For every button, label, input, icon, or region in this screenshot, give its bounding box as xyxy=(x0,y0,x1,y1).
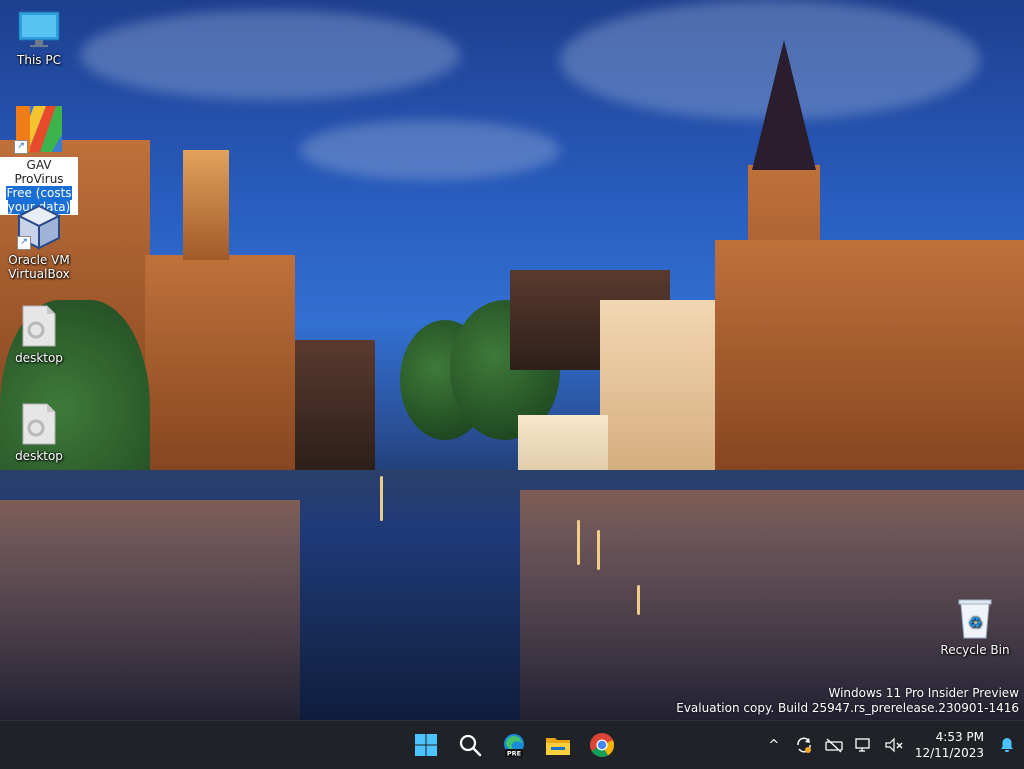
sync-refresh-icon xyxy=(797,737,811,753)
network-button[interactable] xyxy=(849,729,879,761)
edge-preview-icon: PRE xyxy=(504,734,524,758)
desktop-icon-gav-provirus[interactable]: ↗ GAV ProVirus Free (costs your data) xyxy=(0,104,78,215)
start-icon xyxy=(415,734,437,756)
monitor-icon xyxy=(18,10,60,50)
wallpaper-light-reflection xyxy=(577,520,580,565)
wallpaper-light-reflection xyxy=(597,530,600,570)
virtualbox-cube-icon: ↗ xyxy=(16,204,62,250)
chrome-icon xyxy=(590,733,615,758)
edge-preview-badge: PRE xyxy=(507,750,521,758)
clock-date: 12/11/2023 xyxy=(914,746,984,760)
chevron-up-icon: ^ xyxy=(768,737,780,753)
system-tray: ^ 4:53 PM 12/11/2023 xyxy=(759,721,1024,769)
desktop-icon-virtualbox[interactable]: ↗ Oracle VM VirtualBox xyxy=(0,204,78,281)
device-status-button[interactable] xyxy=(819,729,849,761)
file-explorer-icon xyxy=(546,738,570,755)
disconnected-drive-icon xyxy=(825,738,843,753)
desktop-icon-label: Recycle Bin xyxy=(940,643,1010,657)
speaker-muted-icon xyxy=(885,737,903,753)
desktop-icon-this-pc[interactable]: This PC xyxy=(0,10,78,67)
chrome-button[interactable] xyxy=(584,729,620,761)
wallpaper-building xyxy=(295,340,375,470)
desktop-icon-label: Oracle VM xyxy=(8,253,70,267)
wallpaper-spire xyxy=(752,40,816,170)
clock-button[interactable]: 4:53 PM 12/11/2023 xyxy=(909,729,990,761)
wallpaper-light-reflection xyxy=(380,476,383,521)
recycle-bin-icon: ♻ xyxy=(956,596,994,640)
sync-status-button[interactable] xyxy=(789,729,819,761)
watermark-build: Evaluation copy. Build 25947.rs_prerelea… xyxy=(676,701,1019,715)
clock-time: 4:53 PM xyxy=(935,730,984,744)
desktop-icon-label: VirtualBox xyxy=(8,267,70,281)
wallpaper-light-reflection xyxy=(637,585,640,615)
wallpaper-reflection xyxy=(0,500,300,720)
svg-text:♻: ♻ xyxy=(968,613,982,632)
edge-preview-button[interactable]: PRE xyxy=(496,729,532,761)
wallpaper-belfry xyxy=(183,150,229,260)
shortcut-arrow-icon: ↗ xyxy=(14,140,28,154)
desktop-icon-desktop-file-1[interactable]: desktop xyxy=(0,304,78,365)
show-hidden-icons-button[interactable]: ^ xyxy=(759,729,789,761)
colorful-app-icon: ↗ xyxy=(14,104,64,154)
file-icon xyxy=(21,402,57,446)
notifications-button[interactable] xyxy=(990,729,1024,761)
desktop-icon-label: desktop xyxy=(15,351,63,365)
desktop-icon-desktop-file-2[interactable]: desktop xyxy=(0,402,78,463)
network-monitor-icon xyxy=(855,738,870,752)
watermark-edition: Windows 11 Pro Insider Preview xyxy=(828,686,1019,700)
desktop-icon-label: desktop xyxy=(15,449,63,463)
file-icon xyxy=(21,304,57,348)
evaluation-watermark: Windows 11 Pro Insider Preview Evaluatio… xyxy=(676,686,1019,716)
start-button[interactable] xyxy=(408,729,444,761)
wallpaper-cloud xyxy=(80,10,460,100)
search-button[interactable] xyxy=(452,729,488,761)
wallpaper-cloud xyxy=(300,120,560,180)
volume-button[interactable] xyxy=(879,729,909,761)
search-icon xyxy=(459,734,482,757)
file-explorer-button[interactable] xyxy=(540,729,576,761)
desktop-icon-recycle-bin[interactable]: ♻ Recycle Bin xyxy=(936,596,1014,657)
shortcut-arrow-icon: ↗ xyxy=(17,236,31,250)
taskbar-app-area: PRE xyxy=(408,729,620,761)
desktop-background: This PC ↗ GAV ProVirus Free (costs your … xyxy=(0,0,1024,720)
taskbar: PRE ^ 4:53 PM 12/11/2023 xyxy=(0,720,1024,769)
desktop-icon-label: GAV ProVirus xyxy=(14,158,64,186)
desktop-icon-label-selected: Free (costs xyxy=(6,186,72,200)
desktop-icon-label: This PC xyxy=(17,53,61,67)
bell-icon xyxy=(1001,738,1013,752)
